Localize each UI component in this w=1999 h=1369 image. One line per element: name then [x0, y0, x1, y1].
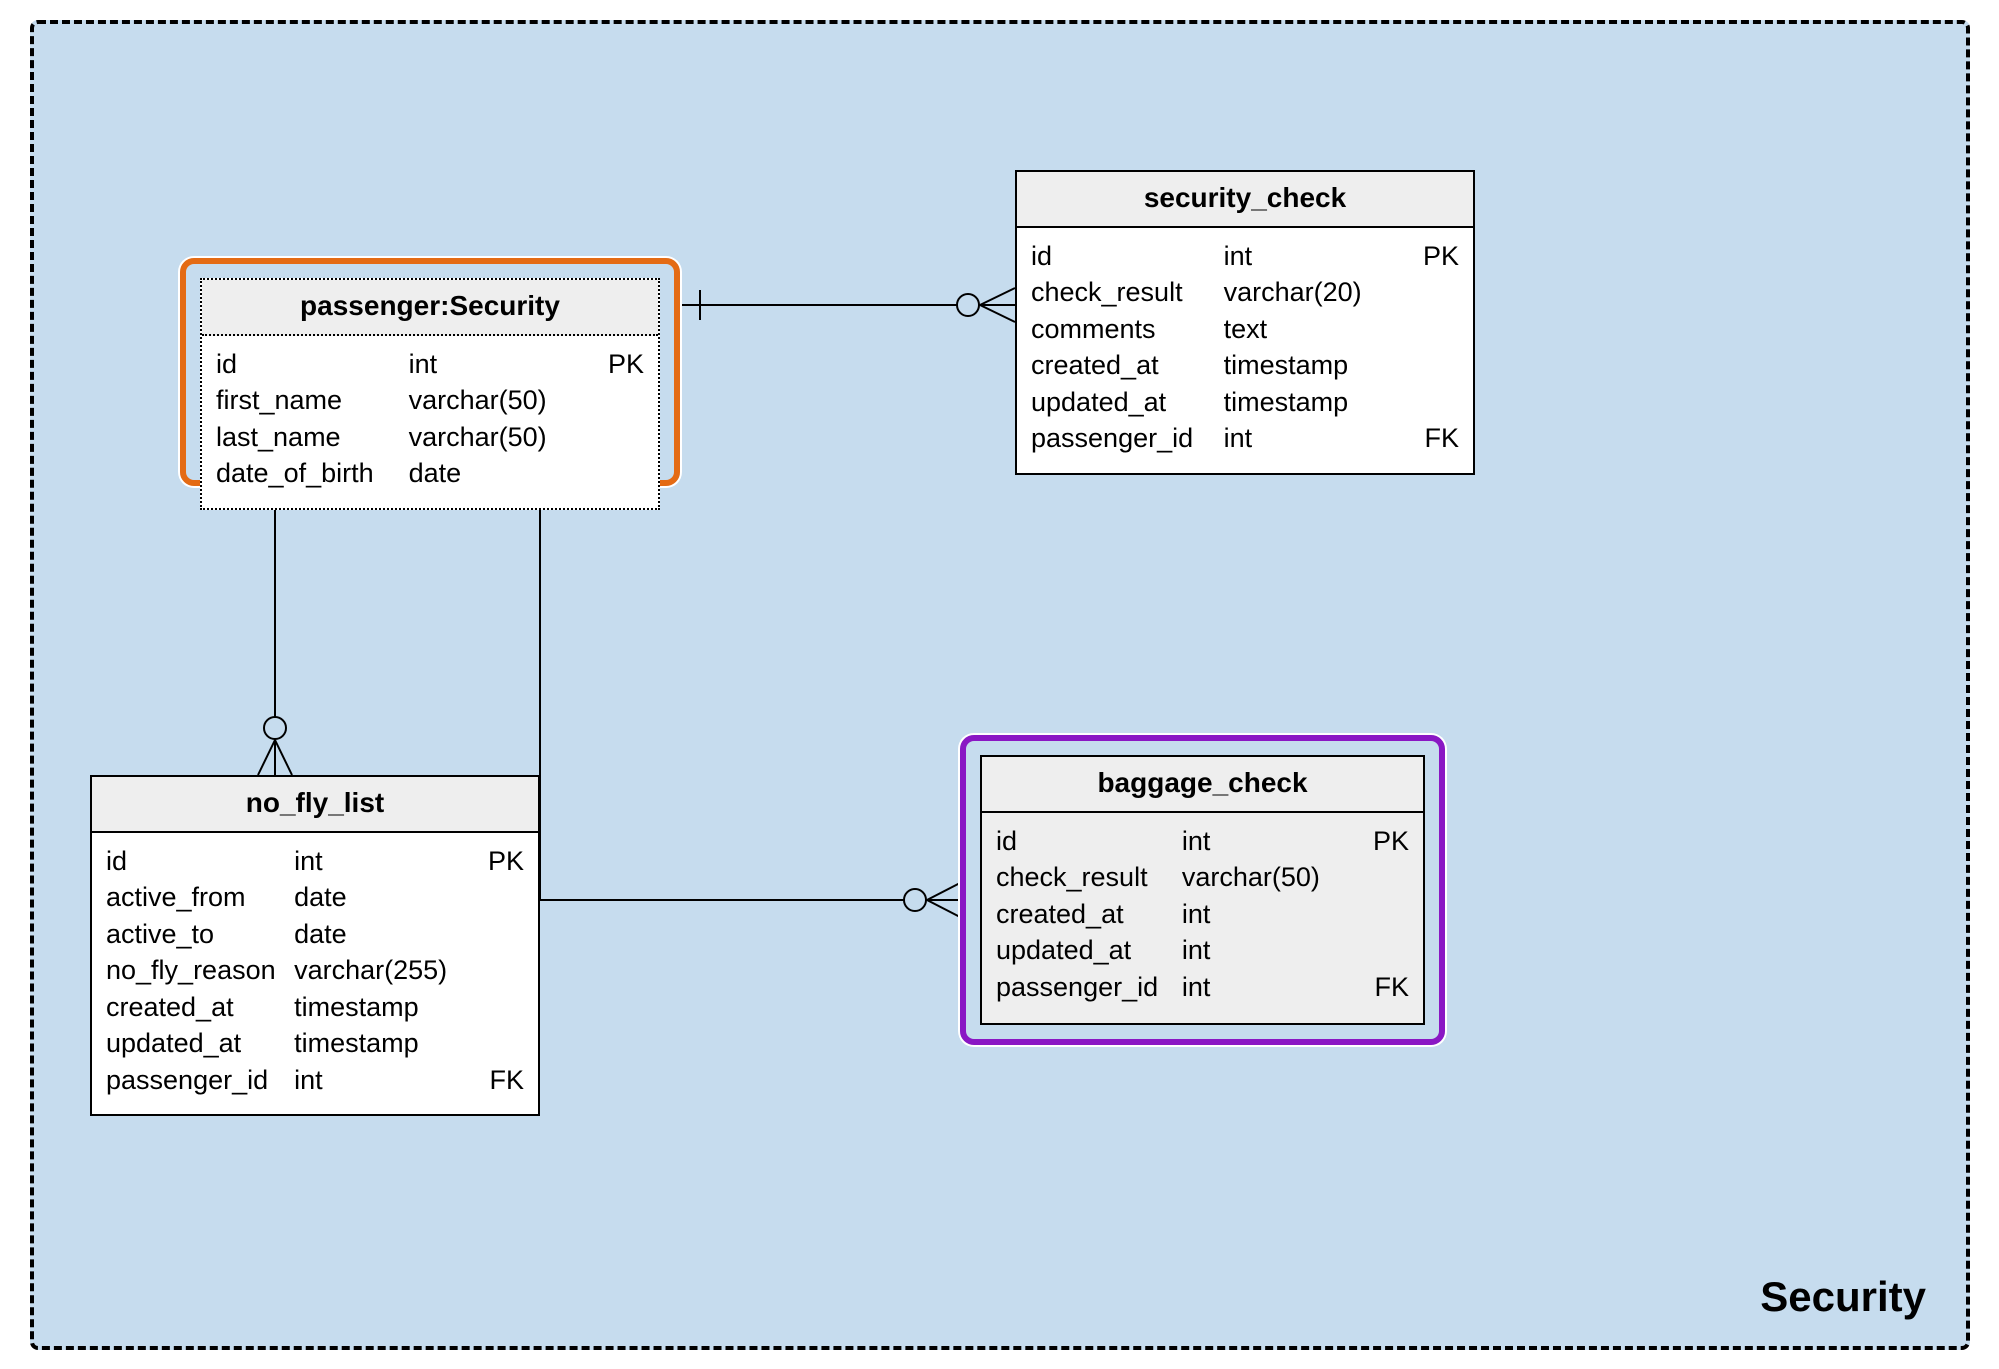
- entity-title: no_fly_list: [92, 777, 538, 833]
- erd-canvas: Security passenger:Secur: [0, 0, 1999, 1369]
- entity-title: security_check: [1017, 172, 1473, 228]
- entity-columns: idintPK active_fromdate active_todate no…: [92, 833, 538, 1114]
- entity-columns: idintPK check_resultvarchar(20) comments…: [1017, 228, 1473, 473]
- container-label: Security: [1760, 1273, 1926, 1321]
- entity-title: baggage_check: [982, 757, 1423, 813]
- security-container: Security: [30, 20, 1970, 1350]
- entity-no-fly-list[interactable]: no_fly_list idintPK active_fromdate acti…: [90, 775, 540, 1116]
- entity-columns: idintPK first_namevarchar(50) last_namev…: [202, 336, 658, 508]
- entity-passenger[interactable]: passenger:Security idintPK first_namevar…: [200, 278, 660, 510]
- entity-title: passenger:Security: [202, 280, 658, 336]
- entity-security-check[interactable]: security_check idintPK check_resultvarch…: [1015, 170, 1475, 475]
- entity-columns: idintPK check_resultvarchar(50) created_…: [982, 813, 1423, 1021]
- entity-baggage-check[interactable]: baggage_check idintPK check_resultvarcha…: [980, 755, 1425, 1025]
